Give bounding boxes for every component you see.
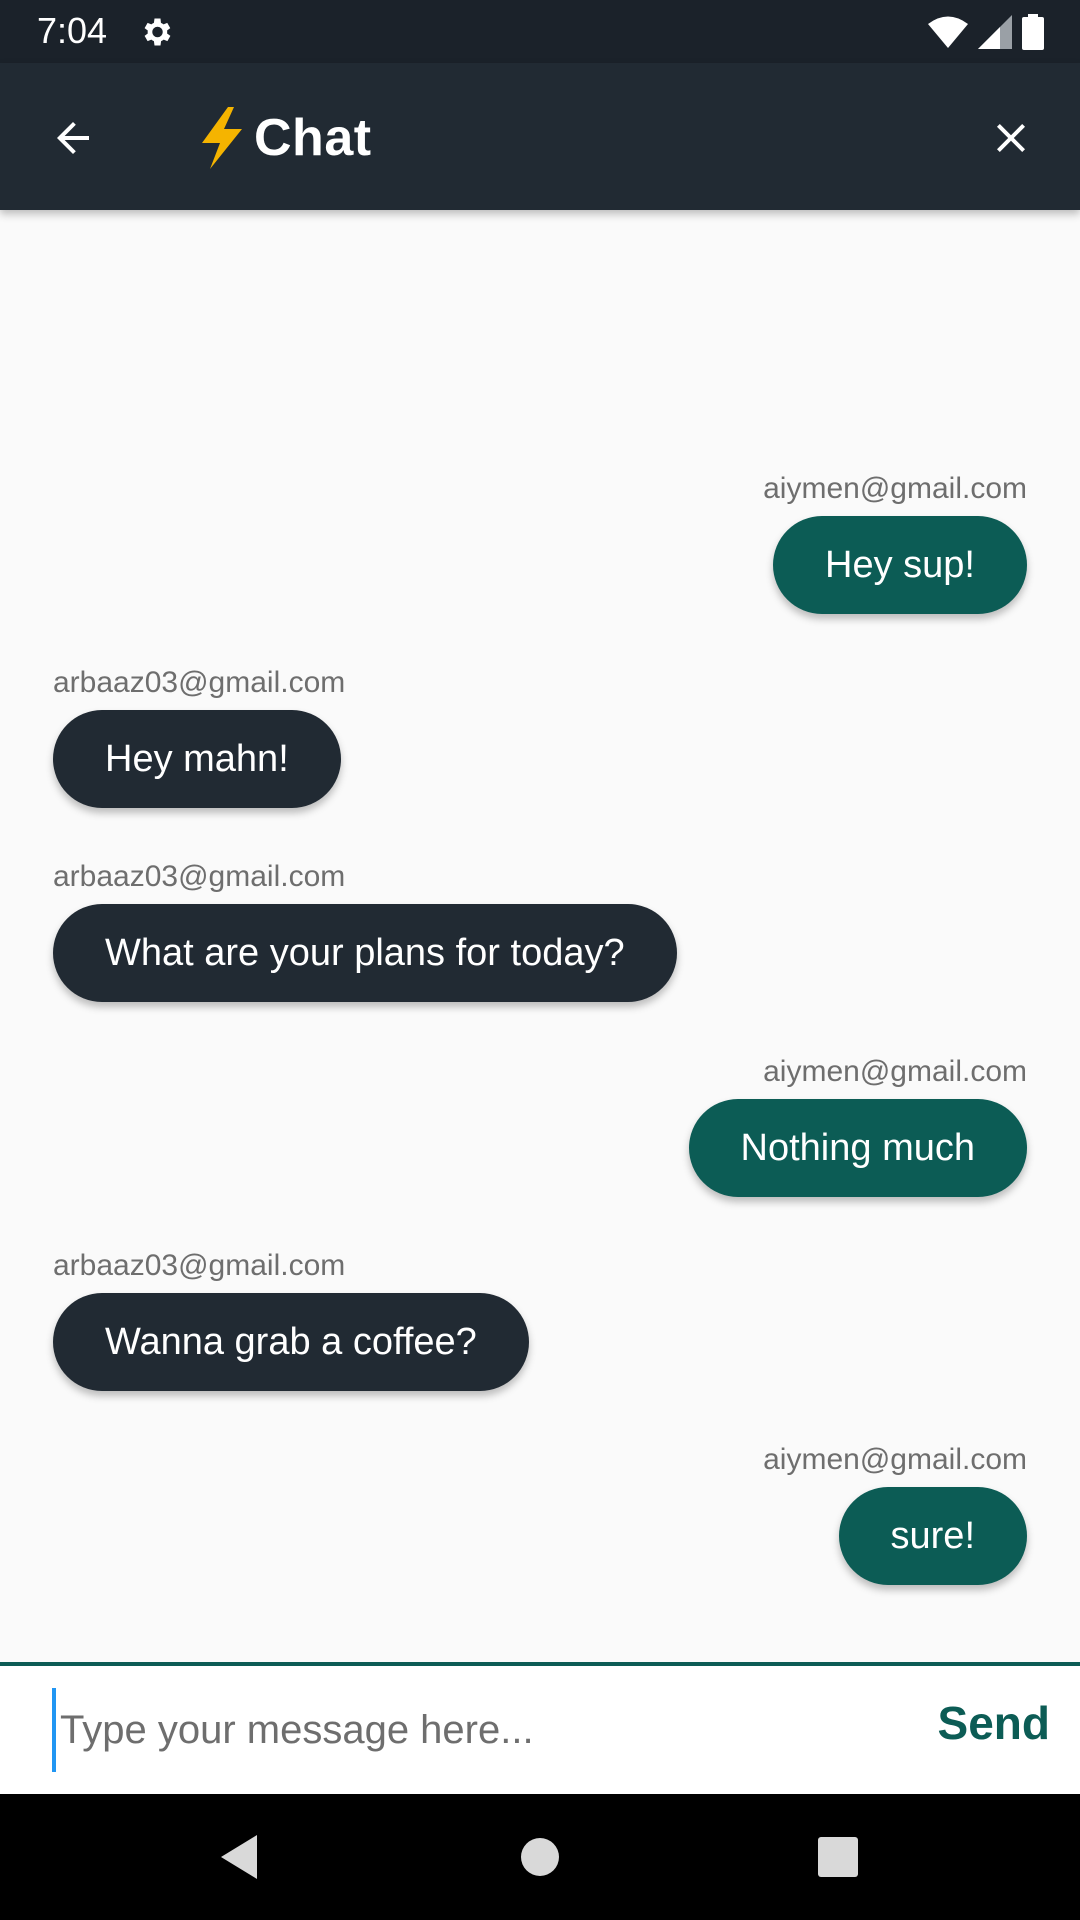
lightning-bolt-icon — [202, 107, 242, 169]
send-button[interactable]: Send — [938, 1696, 1050, 1750]
message-bubble[interactable]: Hey sup! — [773, 516, 1027, 614]
message-sender: arbaaz03@gmail.com — [53, 860, 346, 893]
page-title: Chat — [196, 103, 372, 173]
app-bar: Chat — [0, 63, 1080, 210]
message-item: aiymen@gmail.com sure! — [763, 1443, 1027, 1585]
message-sender: aiymen@gmail.com — [763, 1055, 1027, 1088]
back-button[interactable] — [40, 105, 106, 171]
nav-recents-icon — [818, 1837, 858, 1877]
arrow-back-icon — [57, 122, 89, 154]
nav-home-button[interactable] — [505, 1822, 575, 1892]
battery-icon — [1022, 14, 1044, 50]
nav-back-button[interactable] — [204, 1822, 274, 1892]
message-item: arbaaz03@gmail.com Hey mahn! — [53, 666, 345, 808]
nav-recents-button[interactable] — [803, 1822, 873, 1892]
message-bubble[interactable]: Wanna grab a coffee? — [53, 1293, 529, 1391]
wifi-icon — [928, 16, 968, 48]
message-sender: aiymen@gmail.com — [763, 472, 1027, 505]
message-sender: arbaaz03@gmail.com — [53, 666, 346, 699]
message-sender: arbaaz03@gmail.com — [53, 1249, 346, 1282]
nav-home-icon — [521, 1838, 559, 1876]
message-bubble[interactable]: sure! — [838, 1487, 1027, 1585]
message-item: arbaaz03@gmail.com What are your plans f… — [53, 860, 677, 1002]
gear-icon — [144, 18, 171, 46]
nav-back-icon — [221, 1835, 257, 1879]
title-text: Chat — [254, 109, 372, 167]
close-button[interactable] — [978, 105, 1044, 171]
close-icon — [997, 124, 1025, 152]
status-time: 7:04 — [37, 10, 108, 51]
message-bubble[interactable]: Hey mahn! — [53, 710, 341, 808]
message-bubble[interactable]: What are your plans for today? — [53, 904, 677, 1002]
message-bubble[interactable]: Nothing much — [688, 1099, 1027, 1197]
status-bar: 7:04 — [0, 0, 1080, 63]
message-item: arbaaz03@gmail.com Wanna grab a coffee? — [53, 1249, 529, 1391]
message-item: aiymen@gmail.com Nothing much — [688, 1055, 1027, 1197]
message-list[interactable]: aiymen@gmail.com Hey sup! arbaaz03@gmail… — [0, 210, 1080, 1662]
message-composer: Send — [0, 1662, 1080, 1794]
message-sender: aiymen@gmail.com — [763, 1443, 1027, 1476]
message-input[interactable] — [52, 1688, 860, 1772]
system-nav-bar — [0, 1794, 1080, 1920]
signal-icon — [978, 15, 1012, 49]
message-item: aiymen@gmail.com Hey sup! — [763, 472, 1027, 614]
